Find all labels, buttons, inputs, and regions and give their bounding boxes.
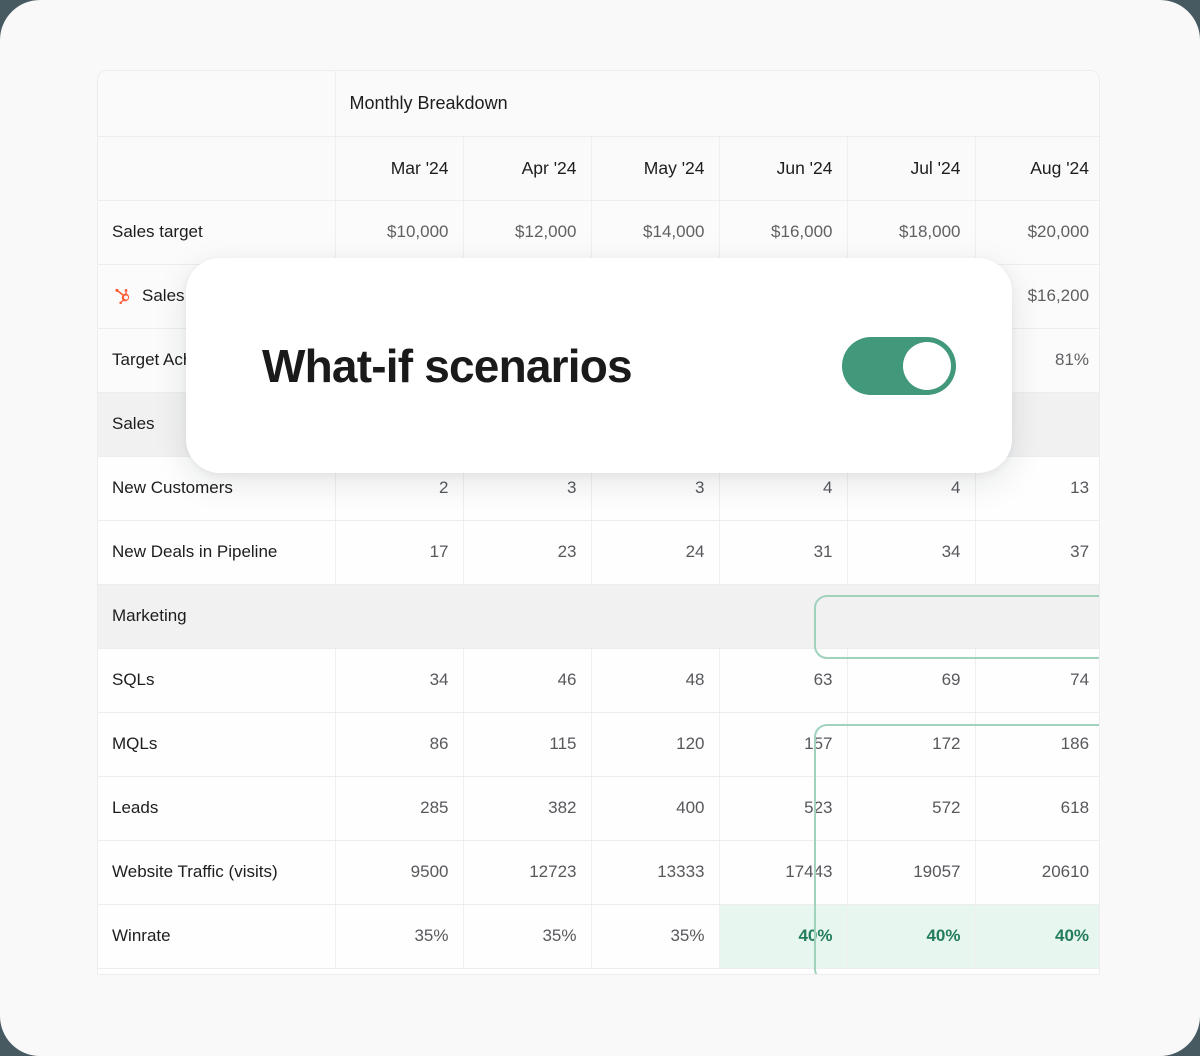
table-cell[interactable]: 48	[591, 648, 720, 713]
table-header-row: Mar '24 Apr '24 May '24 Jun '24 Jul '24 Aug '…	[98, 136, 1099, 201]
table-cell[interactable]: 35%	[591, 904, 720, 969]
table-cell[interactable]: $12,000	[463, 200, 592, 265]
table-row: Winrate 35% 35% 35% 40% 40% 40%	[98, 904, 1099, 969]
row-label[interactable]: MQLs	[98, 712, 336, 777]
monthly-breakdown-table: Monthly Breakdown Mar '24 Apr '24 May '24 Ju…	[98, 71, 1099, 969]
what-if-scenarios-toggle[interactable]	[842, 336, 956, 395]
table-cell[interactable]: 186	[975, 712, 1099, 777]
table-cell[interactable]: 40%	[975, 904, 1099, 969]
table-cell[interactable]: 115	[463, 712, 592, 777]
table-row: Leads 285 382 400 523 572 618	[98, 776, 1099, 841]
table-cell[interactable]: 24	[591, 520, 720, 585]
table-cell[interactable]: 31	[719, 520, 848, 585]
row-label[interactable]: Leads	[98, 776, 336, 841]
table-row: MQLs 86 115 120 157 172 186	[98, 712, 1099, 777]
table-cell[interactable]: 285	[335, 776, 464, 841]
table-group-title-row: Monthly Breakdown	[98, 71, 1099, 137]
table-cell[interactable]: 40%	[847, 904, 976, 969]
row-label[interactable]: Sales target	[98, 200, 336, 265]
monthly-breakdown-table-card: Monthly Breakdown Mar '24 Apr '24 May '24 Ju…	[97, 70, 1100, 975]
what-if-scenarios-title: What-if scenarios	[262, 339, 633, 392]
row-label[interactable]: New Deals in Pipeline	[98, 520, 336, 585]
row-label-header	[98, 71, 336, 137]
table-cell[interactable]: 35%	[335, 904, 464, 969]
table-cell[interactable]: 400	[591, 776, 720, 841]
table-cell[interactable]: 20610	[975, 840, 1099, 905]
table-row: SQLs 34 46 48 63 69 74	[98, 648, 1099, 713]
table-row: Website Traffic (visits) 9500 12723 13333 17…	[98, 840, 1099, 905]
table-cell[interactable]: 12723	[463, 840, 592, 905]
table-cell[interactable]: 23	[463, 520, 592, 585]
table-cell[interactable]: 13333	[591, 840, 720, 905]
column-header-1[interactable]: Mar '24	[335, 136, 464, 201]
table-row: New Deals in Pipeline 17 23 24 31 34 37	[98, 520, 1099, 585]
table-cell[interactable]: 157	[719, 712, 848, 777]
table-cell[interactable]: 9500	[335, 840, 464, 905]
app-stage: Monthly Breakdown Mar '24 Apr '24 May '24 Ju…	[0, 0, 1200, 1056]
table-cell[interactable]: 618	[975, 776, 1099, 841]
column-header-5[interactable]: Jul '24	[847, 136, 976, 201]
table-cell[interactable]: 120	[591, 712, 720, 777]
table-cell[interactable]: $16,000	[719, 200, 848, 265]
table-cell[interactable]: 74	[975, 648, 1099, 713]
table-cell[interactable]: 35%	[463, 904, 592, 969]
table-cell[interactable]: 69	[847, 648, 976, 713]
table-cell[interactable]: 34	[335, 648, 464, 713]
table-cell[interactable]: $20,000	[975, 200, 1099, 265]
table-row: Sales target $10,000 $12,000 $14,000 $16,000…	[98, 200, 1099, 265]
what-if-scenarios-card: What-if scenarios	[186, 258, 1012, 473]
table-cell[interactable]: 19057	[847, 840, 976, 905]
table-cell[interactable]: 523	[719, 776, 848, 841]
table-cell[interactable]: $10,000	[335, 200, 464, 265]
table-cell[interactable]: $18,000	[847, 200, 976, 265]
row-label[interactable]: Website Traffic (visits)	[98, 840, 336, 905]
table-cell[interactable]: 34	[847, 520, 976, 585]
row-label[interactable]: SQLs	[98, 648, 336, 713]
table-cell[interactable]: 382	[463, 776, 592, 841]
table-cell[interactable]: 37	[975, 520, 1099, 585]
table-cell[interactable]: 46	[463, 648, 592, 713]
table-cell[interactable]: 17443	[719, 840, 848, 905]
column-header-2[interactable]: Apr '24	[463, 136, 592, 201]
section-label: Marketing	[98, 584, 1099, 649]
table-cell[interactable]: 40%	[719, 904, 848, 969]
table-cell[interactable]: 572	[847, 776, 976, 841]
header-corner-cell	[98, 136, 336, 201]
table-cell[interactable]: 63	[719, 648, 848, 713]
hubspot-icon	[112, 286, 132, 306]
column-header-6[interactable]: Aug '24	[975, 136, 1099, 201]
group-title: Monthly Breakdown	[335, 71, 1099, 137]
table-cell[interactable]: 172	[847, 712, 976, 777]
row-label[interactable]: Winrate	[98, 904, 336, 969]
table-cell[interactable]: 86	[335, 712, 464, 777]
table-cell[interactable]: $14,000	[591, 200, 720, 265]
table-cell[interactable]: 17	[335, 520, 464, 585]
section-row: Marketing	[98, 584, 1099, 649]
column-header-4[interactable]: Jun '24	[719, 136, 848, 201]
column-header-3[interactable]: May '24	[591, 136, 720, 201]
toggle-knob	[903, 341, 951, 390]
